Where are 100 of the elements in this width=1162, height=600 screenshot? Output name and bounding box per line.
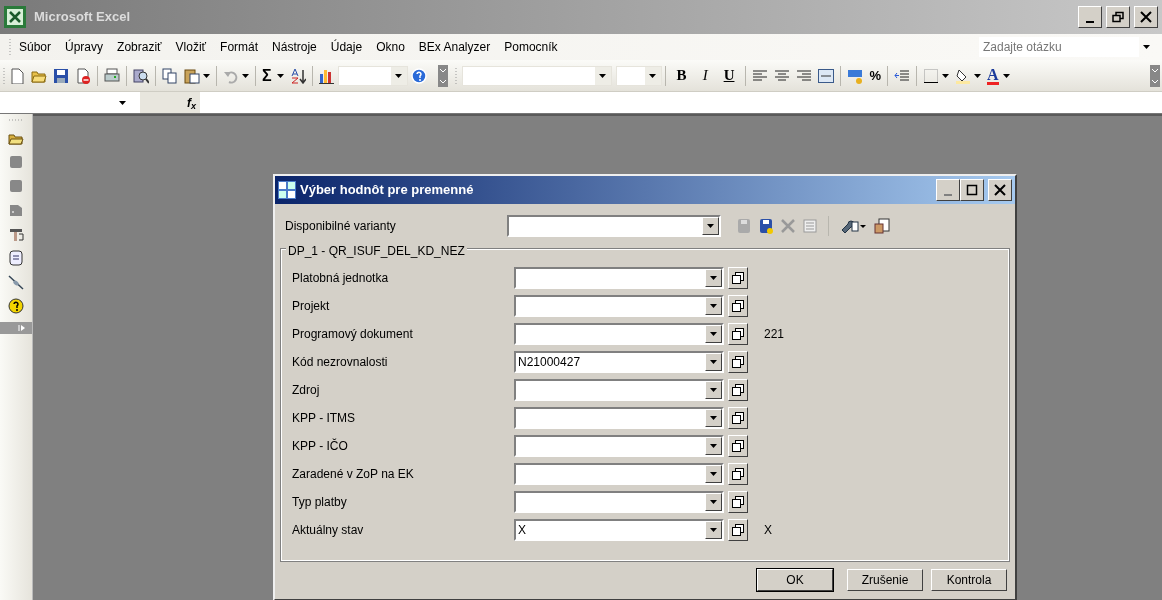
combo-field[interactable] <box>514 491 724 513</box>
restore-button[interactable] <box>1106 6 1130 28</box>
multiple-selection-button[interactable] <box>728 267 748 289</box>
caret-icon <box>1143 45 1150 49</box>
dropdown-button[interactable] <box>705 465 722 483</box>
field-label: Zdroj <box>292 382 321 399</box>
field-label: Kód nezrovnalosti <box>292 354 389 371</box>
caret-icon <box>710 360 717 364</box>
dropdown-button[interactable] <box>705 297 722 315</box>
multiple-selection-button[interactable] <box>728 491 748 513</box>
caret-icon <box>119 100 126 105</box>
italic-button[interactable]: I <box>694 63 716 88</box>
font-color-button[interactable]: A <box>984 63 1013 88</box>
caret-icon <box>599 73 607 78</box>
windows-icon <box>732 300 744 312</box>
menu-item[interactable]: Súbor <box>12 36 59 58</box>
caret-icon <box>707 224 714 228</box>
combo-field[interactable] <box>514 407 724 429</box>
menu-item[interactable]: Pomocník <box>497 36 565 58</box>
caret-icon <box>710 416 717 420</box>
windows-icon <box>732 356 744 368</box>
menu-item[interactable]: Formát <box>213 36 266 58</box>
combo-field[interactable] <box>514 379 724 401</box>
multiple-selection-button[interactable] <box>728 295 748 317</box>
field-label: KPP - IČO <box>292 437 349 455</box>
combo-field[interactable] <box>514 435 724 457</box>
save-as-icon[interactable] <box>759 218 773 234</box>
windows-icon <box>732 328 744 340</box>
dialog-button[interactable]: OK <box>757 569 833 591</box>
sort-icon <box>289 67 306 84</box>
sum-button[interactable]: Σ <box>259 63 287 88</box>
multiple-selection-button[interactable] <box>728 379 748 401</box>
expand-icon[interactable] <box>18 324 26 332</box>
multiple-selection-button[interactable] <box>728 351 748 373</box>
help-icon[interactable] <box>8 298 24 314</box>
menu-item[interactable]: Vložiť <box>168 36 214 58</box>
minimize-button[interactable] <box>1078 6 1102 28</box>
minimize-button[interactable] <box>936 179 960 201</box>
caret-icon <box>710 388 717 392</box>
question-field[interactable]: Zadajte otázku <box>979 37 1139 57</box>
paste-icon <box>184 67 200 84</box>
multiple-selection-button[interactable] <box>728 435 748 457</box>
combo-field[interactable] <box>507 215 721 237</box>
field-label: Projekt <box>292 298 331 315</box>
menu-item[interactable]: Nástroje <box>265 36 324 58</box>
close-icon <box>994 184 1006 196</box>
dropdown-button[interactable] <box>705 325 722 343</box>
caret-icon <box>710 500 717 504</box>
dropdown-button[interactable] <box>705 437 722 455</box>
dropdown-button[interactable] <box>705 521 722 539</box>
underline-button[interactable]: U <box>715 63 743 88</box>
decrease-indent-icon <box>894 67 911 84</box>
close-button[interactable] <box>988 179 1012 201</box>
field-label: KPP - ITMS <box>292 410 357 427</box>
close-icon <box>1140 11 1152 23</box>
restore-icon <box>1112 11 1124 23</box>
combo-field[interactable] <box>514 323 724 345</box>
caret-icon <box>395 73 403 78</box>
windows-icon <box>732 524 744 536</box>
dropdown-button[interactable] <box>702 217 719 235</box>
caret-icon <box>649 73 657 78</box>
menu-item[interactable]: Úpravy <box>58 36 111 58</box>
percent-button[interactable]: % <box>866 63 885 88</box>
menu-item[interactable]: Údaje <box>323 36 370 58</box>
multiple-selection-button[interactable] <box>728 323 748 345</box>
close-button[interactable] <box>1134 6 1158 28</box>
document-icon[interactable] <box>8 202 24 218</box>
combo-field[interactable]: X <box>514 519 724 541</box>
combo-field[interactable]: N21000427 <box>514 351 724 373</box>
field-label: Programový dokument <box>292 326 414 343</box>
multiple-selection-button[interactable] <box>728 407 748 429</box>
dropdown-button[interactable] <box>705 493 722 511</box>
currency-icon <box>847 67 864 84</box>
windows-icon <box>732 384 744 396</box>
dropdown-button[interactable] <box>705 269 722 287</box>
function-label[interactable]: f$_{x}$ <box>187 93 196 112</box>
multiple-selection-button[interactable] <box>728 519 748 541</box>
wrench-icon[interactable] <box>840 218 866 234</box>
align-left-icon <box>752 67 769 84</box>
maximize-button[interactable] <box>960 179 984 201</box>
menu-item[interactable]: Okno <box>369 36 412 58</box>
caret-icon <box>1002 73 1010 78</box>
square-icon[interactable] <box>8 154 24 170</box>
multiple-selection-button[interactable] <box>728 463 748 485</box>
square-icon[interactable] <box>8 178 24 194</box>
bold-button[interactable]: B <box>668 63 695 88</box>
combo-field[interactable] <box>514 267 724 289</box>
print-icon <box>104 67 120 84</box>
caret-icon <box>710 276 717 280</box>
form-icon[interactable] <box>8 250 24 266</box>
connector-icon[interactable] <box>8 274 24 290</box>
dialog-button[interactable]: Kontrola <box>931 569 1007 591</box>
dropdown-button[interactable] <box>705 353 722 371</box>
combo-field[interactable] <box>514 463 724 485</box>
dropdown-button[interactable] <box>705 381 722 399</box>
dropdown-button[interactable] <box>705 409 722 427</box>
menu-item[interactable]: Zobraziť <box>110 36 169 58</box>
dialog-button[interactable]: Zrušenie <box>847 569 923 591</box>
combo-field[interactable] <box>514 295 724 317</box>
menu-item[interactable]: BEx Analyzer <box>411 36 498 58</box>
